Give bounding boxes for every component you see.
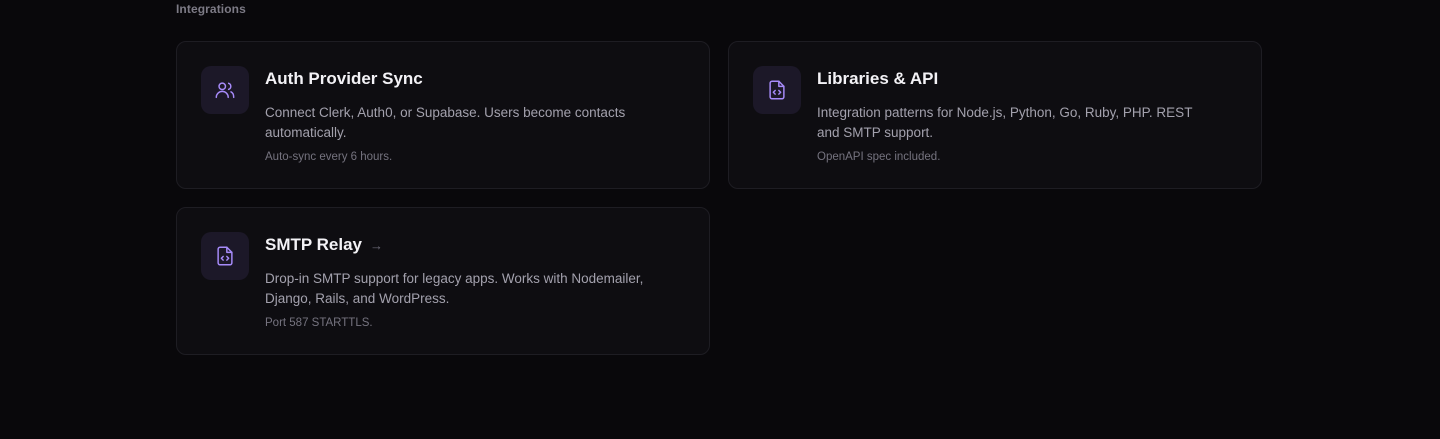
card-title-text: SMTP Relay xyxy=(265,235,363,254)
arrow-right-icon: → xyxy=(370,237,384,253)
integration-card-libraries-api[interactable]: Libraries & API Integration patterns for… xyxy=(728,41,1262,189)
file-code-icon xyxy=(201,232,249,280)
card-description: Integration patterns for Node.js, Python… xyxy=(817,105,1193,140)
users-icon xyxy=(201,66,249,114)
card-note: Port 587 STARTTLS. xyxy=(265,317,373,329)
card-note: Auto-sync every 6 hours. xyxy=(265,151,393,163)
card-title-text: Libraries & API xyxy=(817,69,939,88)
section-title: Integrations xyxy=(176,2,246,16)
card-title-text: Auth Provider Sync xyxy=(265,69,423,88)
file-code-icon xyxy=(753,66,801,114)
card-title: SMTP Relay → xyxy=(265,235,383,255)
card-title: Auth Provider Sync xyxy=(265,69,423,89)
card-note: OpenAPI spec included. xyxy=(817,151,941,163)
integration-card-smtp-relay[interactable]: SMTP Relay → Drop-in SMTP support for le… xyxy=(176,207,710,355)
integrations-page: Integrations Auth Provider Sync Connect … xyxy=(0,0,1440,439)
integration-card-auth-provider-sync[interactable]: Auth Provider Sync Connect Clerk, Auth0,… xyxy=(176,41,710,189)
card-title: Libraries & API xyxy=(817,69,938,89)
card-description: Drop-in SMTP support for legacy apps. Wo… xyxy=(265,271,644,306)
card-description: Connect Clerk, Auth0, or Supabase. Users… xyxy=(265,105,626,140)
